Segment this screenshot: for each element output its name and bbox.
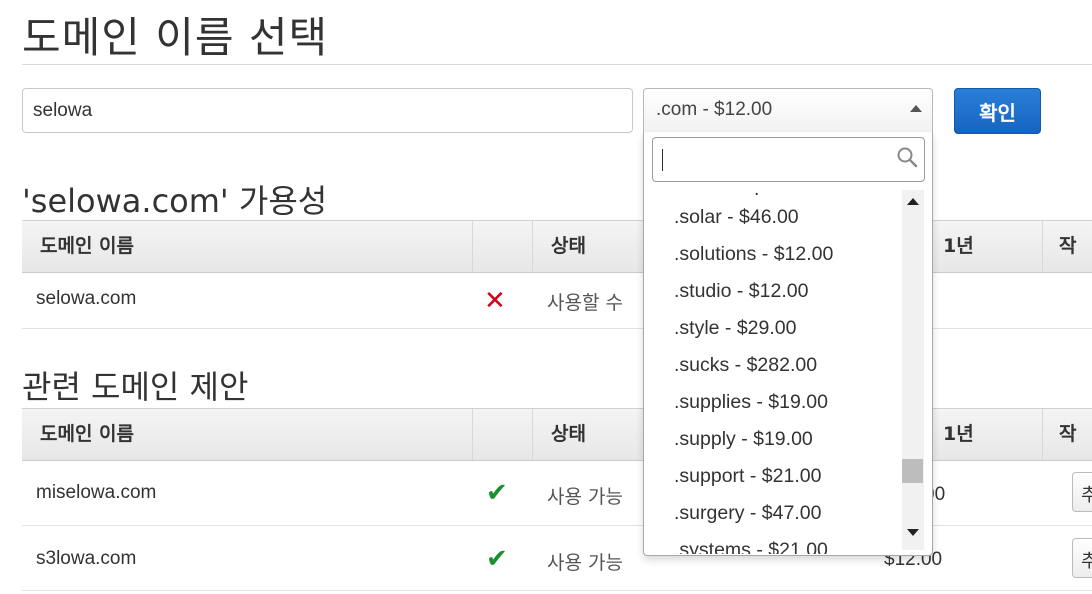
column-header-action: 작 xyxy=(1042,221,1092,272)
tld-search-input[interactable] xyxy=(652,137,925,182)
chevron-up-icon xyxy=(910,105,922,112)
domain-name: miselowa.com xyxy=(36,482,157,503)
tld-option[interactable]: . xyxy=(754,190,759,201)
add-to-cart-button[interactable]: 추 xyxy=(1072,472,1092,512)
domain-name: selowa.com xyxy=(36,288,137,309)
title-divider xyxy=(22,64,1092,65)
tld-option[interactable]: .solutions - $12.00 xyxy=(674,243,833,266)
domain-search-input[interactable] xyxy=(22,88,633,133)
column-header-icon xyxy=(472,221,532,272)
tld-option[interactable]: .supply - $19.00 xyxy=(674,428,813,451)
tld-select[interactable]: .com - $12.00 xyxy=(643,88,933,133)
tld-option-list: . .solar - $46.00 .solutions - $12.00 .s… xyxy=(644,190,902,554)
tld-select-value: .com - $12.00 xyxy=(656,99,773,120)
related-title: 관련 도메인 제안 xyxy=(22,368,249,406)
scroll-down-icon[interactable] xyxy=(907,529,919,536)
tld-option[interactable]: .surgery - $47.00 xyxy=(674,502,821,525)
column-header-action: 작 xyxy=(1042,409,1092,460)
tld-option[interactable]: .solar - $46.00 xyxy=(674,206,799,229)
check-icon: ✔ xyxy=(486,544,508,574)
availability-title: 'selowa.com' 가용성 xyxy=(22,182,328,220)
tld-option[interactable]: .sucks - $282.00 xyxy=(674,354,817,377)
tld-dropdown: . .solar - $46.00 .solutions - $12.00 .s… xyxy=(643,132,933,556)
page-title: 도메인 이름 선택 xyxy=(22,13,329,62)
column-header-icon xyxy=(472,409,532,460)
tld-option[interactable]: .systems - $21.00 xyxy=(674,539,828,554)
status-text: 사용 가능 xyxy=(547,552,623,574)
column-header-domain-name: 도메인 이름 xyxy=(40,423,135,445)
scroll-up-icon[interactable] xyxy=(907,198,919,205)
scrollbar[interactable] xyxy=(902,190,924,550)
add-to-cart-button[interactable]: 추 xyxy=(1072,538,1092,578)
scrollbar-thumb[interactable] xyxy=(902,459,923,483)
tld-option[interactable]: .style - $29.00 xyxy=(674,317,796,340)
column-header-domain-name: 도메인 이름 xyxy=(40,235,135,257)
check-icon: ✔ xyxy=(486,478,508,508)
status-text: 사용할 수 xyxy=(547,292,623,314)
status-text: 사용 가능 xyxy=(547,486,623,508)
tld-option[interactable]: .studio - $12.00 xyxy=(674,280,808,303)
tld-option[interactable]: .support - $21.00 xyxy=(674,465,821,488)
confirm-button[interactable]: 확인 xyxy=(954,88,1041,134)
search-icon xyxy=(897,147,918,168)
text-cursor xyxy=(662,149,663,171)
tld-option[interactable]: .supplies - $19.00 xyxy=(674,391,828,414)
domain-name: s3lowa.com xyxy=(36,548,137,569)
x-icon: ✕ xyxy=(484,286,506,316)
